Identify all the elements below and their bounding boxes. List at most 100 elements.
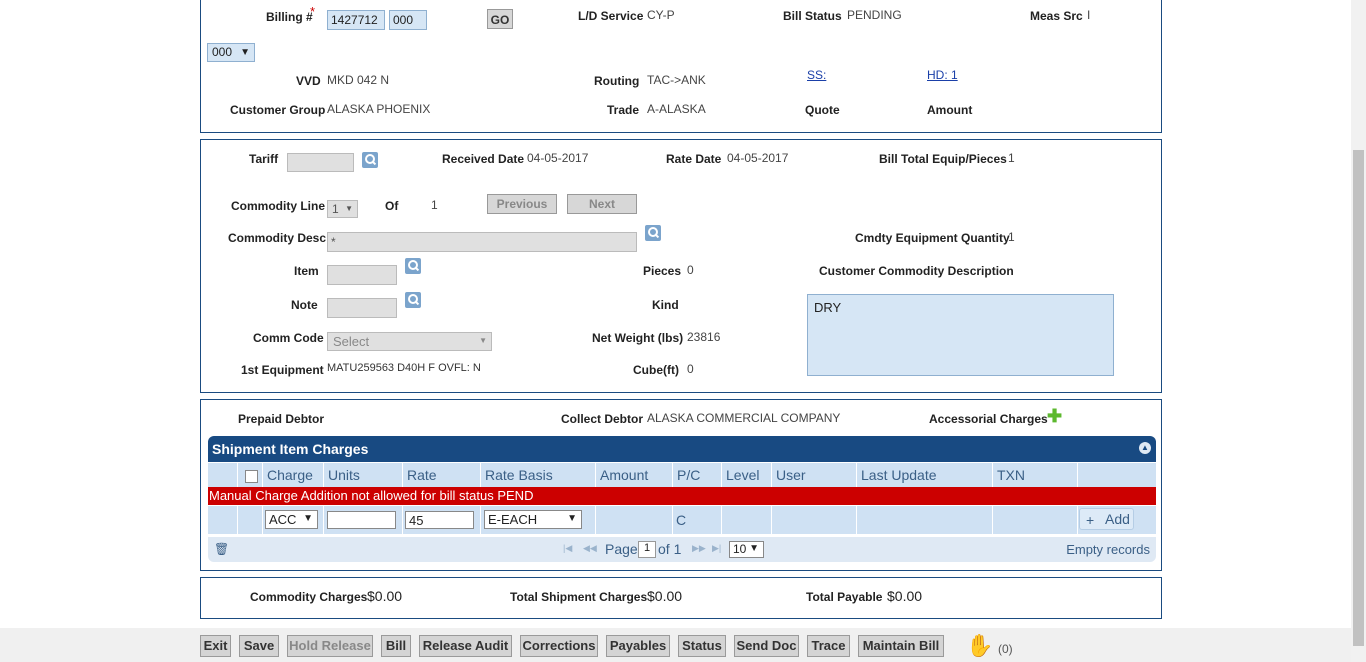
customer-commodity-desc-textarea[interactable]: DRY [807, 294, 1114, 376]
charge-select[interactable]: ACC ▼ [265, 510, 318, 529]
collapse-icon[interactable]: ▲ [1139, 442, 1151, 454]
page-scrollbar[interactable] [1351, 0, 1366, 662]
item-label: Item [294, 264, 319, 278]
collect-debtor-value: ALASKA COMMERCIAL COMPANY [647, 411, 841, 425]
search-icon[interactable] [405, 292, 421, 308]
comm-code-select[interactable]: Select ▼ [327, 332, 492, 351]
comm-code-value: Select [333, 334, 370, 349]
previous-button[interactable]: Previous [487, 194, 557, 214]
units-input[interactable] [327, 511, 396, 529]
ss-link[interactable]: SS: [807, 68, 826, 82]
commodity-line-select[interactable]: 1 ▼ [327, 200, 358, 218]
search-icon[interactable] [405, 258, 421, 274]
add-accessorial-icon[interactable]: ✚ [1047, 407, 1062, 425]
hd-link[interactable]: HD: 1 [927, 68, 958, 82]
payables-button[interactable]: Payables [606, 635, 670, 657]
cmdty-equip-qty-label: Cmdty Equipment Quantity [855, 231, 1010, 245]
empty-records-label: Empty records [1066, 542, 1150, 557]
grid-title: Shipment Item Charges [212, 441, 369, 457]
grid-col-last-update[interactable]: Last Update [857, 463, 993, 487]
grid-col-user[interactable]: User [772, 463, 857, 487]
go-button[interactable]: GO [487, 9, 513, 29]
item-input[interactable] [327, 265, 397, 285]
vvd-label: VVD [296, 74, 321, 88]
grid-col-rate-basis[interactable]: Rate Basis [481, 463, 596, 487]
tariff-label: Tariff [249, 152, 279, 166]
rate-basis-select[interactable]: E-EACH ▼ [484, 510, 582, 529]
ld-service-label: L/D Service [578, 9, 644, 23]
commodity-charges-value: $0.00 [367, 588, 403, 604]
collect-debtor-label: Collect Debtor [561, 412, 644, 426]
select-all-checkbox[interactable] [245, 470, 258, 483]
page-size-select[interactable]: 10 ▼ [729, 541, 764, 558]
error-message: Manual Charge Addition not allowed for b… [209, 488, 534, 503]
last-page-icon[interactable]: ▶| [712, 543, 721, 554]
page-size-value: 10 [733, 542, 747, 556]
table-row-pc: C [673, 506, 722, 534]
version-select[interactable]: 000 ▼ [207, 43, 255, 62]
grid-col-rownum [208, 463, 238, 487]
save-button[interactable]: Save [239, 635, 279, 657]
grid-col-charge[interactable]: Charge [263, 463, 324, 487]
scrollbar-thumb[interactable] [1353, 150, 1364, 646]
hand-icon[interactable]: ✋ [966, 633, 993, 659]
total-payable-label: Total Payable [806, 590, 883, 604]
comm-code-label: Comm Code [253, 331, 324, 345]
cube-value: 0 [687, 362, 694, 376]
trace-button[interactable]: Trace [807, 635, 850, 657]
corrections-button[interactable]: Corrections [520, 635, 598, 657]
grid-col-units[interactable]: Units [324, 463, 403, 487]
add-row-button[interactable]: + Add [1079, 508, 1134, 530]
pieces-value: 0 [687, 263, 694, 277]
chevron-down-icon: ▼ [240, 47, 250, 58]
table-row-rate-basis: E-EACH ▼ [481, 506, 596, 534]
billing-number-input[interactable]: 1427712 [327, 10, 385, 30]
hold-release-button[interactable]: Hold Release [287, 635, 373, 657]
commodity-desc-input[interactable]: * [327, 232, 637, 252]
trade-value: A-ALASKA [647, 102, 706, 116]
grid-col-txn[interactable]: TXN [993, 463, 1078, 487]
bill-button[interactable]: Bill [381, 635, 411, 657]
customer-group-label: Customer Group [230, 103, 326, 117]
pieces-label: Pieces [643, 264, 682, 278]
tariff-input[interactable] [287, 153, 354, 172]
grid-col-pc[interactable]: P/C [673, 463, 722, 487]
search-icon[interactable] [362, 152, 378, 168]
table-row-user [772, 506, 857, 534]
table-row-txn [993, 506, 1078, 534]
release-audit-button[interactable]: Release Audit [419, 635, 512, 657]
rate-input[interactable]: 45 [405, 511, 474, 529]
table-row-charge: ACC ▼ [263, 506, 324, 534]
routing-value: TAC->ANK [647, 73, 706, 87]
maintain-bill-button[interactable]: Maintain Bill [858, 635, 944, 657]
first-page-icon[interactable]: |◀ [563, 543, 572, 554]
total-shipment-value: $0.00 [647, 588, 683, 604]
error-message-bar: Manual Charge Addition not allowed for b… [208, 487, 1156, 505]
grid-pager: 🗑 |◀ ◀◀ Page 1 of 1 ▶▶ ▶| 10 ▼ Empty rec… [208, 537, 1156, 562]
page-number-input[interactable]: 1 [638, 541, 656, 558]
grid-col-amount[interactable]: Amount [596, 463, 673, 487]
next-page-icon[interactable]: ▶▶ [692, 543, 706, 554]
billing-label: Billing # [266, 10, 313, 24]
prev-page-icon[interactable]: ◀◀ [583, 543, 597, 554]
total-shipment-label: Total Shipment Charges [510, 590, 648, 604]
table-row-last-update [857, 506, 993, 534]
cube-label: Cube(ft) [633, 363, 679, 377]
billing-suffix-input[interactable]: 000 [389, 10, 427, 30]
shipment-item-charges-header: Shipment Item Charges ▲ [208, 436, 1156, 462]
table-row-units [324, 506, 403, 534]
add-label: Add [1105, 511, 1130, 527]
exit-button[interactable]: Exit [200, 635, 231, 657]
note-input[interactable] [327, 298, 397, 318]
grid-col-rate[interactable]: Rate [403, 463, 481, 487]
delete-icon[interactable]: 🗑 [214, 542, 229, 556]
grid-col-level[interactable]: Level [722, 463, 772, 487]
rate-date-label: Rate Date [666, 152, 722, 166]
next-button[interactable]: Next [567, 194, 637, 214]
commodity-line-label: Commodity Line [231, 199, 326, 213]
status-button[interactable]: Status [678, 635, 726, 657]
chevron-down-icon: ▼ [303, 513, 313, 524]
search-icon[interactable] [645, 225, 661, 241]
table-row-rate: 45 [403, 506, 481, 534]
send-doc-button[interactable]: Send Doc [734, 635, 799, 657]
